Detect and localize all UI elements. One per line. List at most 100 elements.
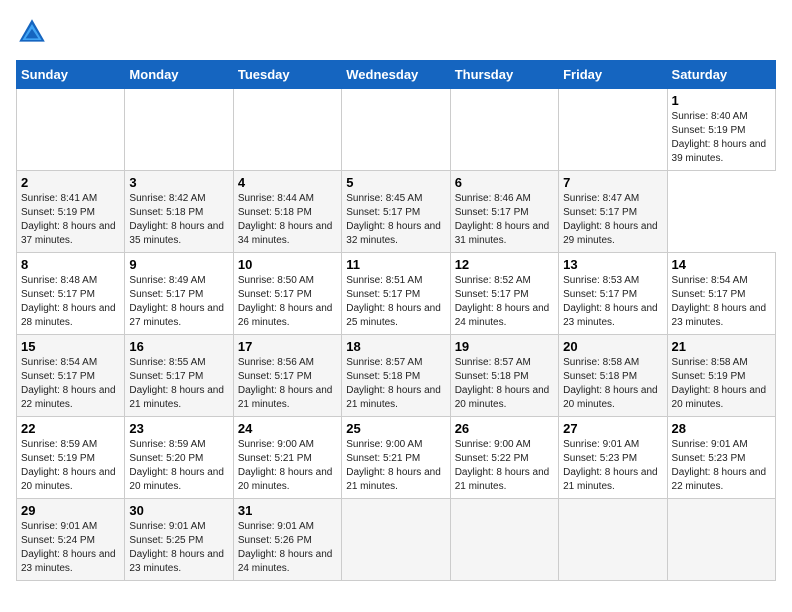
day-number: 27 bbox=[563, 421, 662, 436]
cell-info: Sunrise: 9:01 AMSunset: 5:23 PMDaylight:… bbox=[672, 439, 767, 492]
calendar-day-cell: 28Sunrise: 9:01 AMSunset: 5:23 PMDayligh… bbox=[667, 417, 775, 499]
calendar-day-cell: 25 Sunrise: 9:00 AMSunset: 5:21 PMDayligh… bbox=[342, 417, 450, 499]
day-number: 21 bbox=[672, 339, 771, 354]
cell-info: Sunrise: 8:54 AMSunset: 5:17 PMDaylight:… bbox=[21, 357, 116, 410]
cell-info: Sunrise: 8:48 AMSunset: 5:17 PMDaylight:… bbox=[21, 275, 116, 328]
cell-info: Sunrise: 8:47 AMSunset: 5:17 PMDaylight:… bbox=[563, 193, 658, 246]
logo-icon bbox=[16, 16, 48, 48]
day-number: 29 bbox=[21, 503, 120, 518]
cell-info: Sunrise: 8:57 AMSunset: 5:18 PMDaylight:… bbox=[455, 357, 550, 410]
day-number: 30 bbox=[129, 503, 228, 518]
calendar-day-cell bbox=[450, 499, 558, 581]
weekday-header-sunday: Sunday bbox=[17, 61, 125, 89]
calendar-day-cell: 16 Sunrise: 8:55 AMSunset: 5:17 PMDayligh… bbox=[125, 335, 233, 417]
weekday-header-monday: Monday bbox=[125, 61, 233, 89]
day-number: 14 bbox=[672, 257, 771, 272]
cell-info: Sunrise: 8:42 AMSunset: 5:18 PMDaylight:… bbox=[129, 193, 224, 246]
day-number: 1 bbox=[672, 93, 771, 108]
calendar-day-cell: 23 Sunrise: 8:59 AMSunset: 5:20 PMDayligh… bbox=[125, 417, 233, 499]
cell-info: Sunrise: 8:45 AMSunset: 5:17 PMDaylight:… bbox=[346, 193, 441, 246]
cell-info: Sunrise: 8:58 AMSunset: 5:19 PMDaylight:… bbox=[672, 357, 767, 410]
calendar-day-cell: 18 Sunrise: 8:57 AMSunset: 5:18 PMDayligh… bbox=[342, 335, 450, 417]
cell-info: Sunrise: 8:41 AMSunset: 5:19 PMDaylight:… bbox=[21, 193, 116, 246]
cell-info: Sunrise: 8:50 AMSunset: 5:17 PMDaylight:… bbox=[238, 275, 333, 328]
cell-info: Sunrise: 9:01 AMSunset: 5:23 PMDaylight:… bbox=[563, 439, 658, 492]
weekday-header-tuesday: Tuesday bbox=[233, 61, 341, 89]
calendar-week-row: 1 Sunrise: 8:40 AMSunset: 5:19 PMDaylight… bbox=[17, 89, 776, 171]
day-number: 9 bbox=[129, 257, 228, 272]
calendar-week-row: 2 Sunrise: 8:41 AMSunset: 5:19 PMDaylight… bbox=[17, 171, 776, 253]
calendar-day-cell: 8 Sunrise: 8:48 AMSunset: 5:17 PMDaylight… bbox=[17, 253, 125, 335]
cell-info: Sunrise: 8:58 AMSunset: 5:18 PMDaylight:… bbox=[563, 357, 658, 410]
calendar-day-cell: 15 Sunrise: 8:54 AMSunset: 5:17 PMDayligh… bbox=[17, 335, 125, 417]
day-number: 24 bbox=[238, 421, 337, 436]
day-number: 2 bbox=[21, 175, 120, 190]
calendar-day-cell bbox=[667, 499, 775, 581]
day-number: 31 bbox=[238, 503, 337, 518]
cell-info: Sunrise: 8:56 AMSunset: 5:17 PMDaylight:… bbox=[238, 357, 333, 410]
day-number: 25 bbox=[346, 421, 445, 436]
calendar-day-cell: 26Sunrise: 9:00 AMSunset: 5:22 PMDayligh… bbox=[450, 417, 558, 499]
calendar-day-cell: 30Sunrise: 9:01 AMSunset: 5:25 PMDayligh… bbox=[125, 499, 233, 581]
calendar-day-cell: 2 Sunrise: 8:41 AMSunset: 5:19 PMDaylight… bbox=[17, 171, 125, 253]
cell-info: Sunrise: 8:51 AMSunset: 5:17 PMDaylight:… bbox=[346, 275, 441, 328]
calendar-day-cell: 13Sunrise: 8:53 AMSunset: 5:17 PMDayligh… bbox=[559, 253, 667, 335]
day-number: 3 bbox=[129, 175, 228, 190]
cell-info: Sunrise: 8:54 AMSunset: 5:17 PMDaylight:… bbox=[672, 275, 767, 328]
calendar-week-row: 8 Sunrise: 8:48 AMSunset: 5:17 PMDaylight… bbox=[17, 253, 776, 335]
empty-cell bbox=[233, 89, 341, 171]
empty-cell bbox=[559, 89, 667, 171]
calendar-week-row: 22Sunrise: 8:59 AMSunset: 5:19 PMDayligh… bbox=[17, 417, 776, 499]
calendar-table: SundayMondayTuesdayWednesdayThursdayFrid… bbox=[16, 60, 776, 581]
day-number: 4 bbox=[238, 175, 337, 190]
cell-info: Sunrise: 9:01 AMSunset: 5:24 PMDaylight:… bbox=[21, 521, 116, 574]
calendar-day-cell: 29 Sunrise: 9:01 AMSunset: 5:24 PMDayligh… bbox=[17, 499, 125, 581]
day-number: 8 bbox=[21, 257, 120, 272]
cell-info: Sunrise: 8:46 AMSunset: 5:17 PMDaylight:… bbox=[455, 193, 550, 246]
empty-cell bbox=[125, 89, 233, 171]
calendar-day-cell: 7 Sunrise: 8:47 AMSunset: 5:17 PMDaylight… bbox=[559, 171, 667, 253]
weekday-header-thursday: Thursday bbox=[450, 61, 558, 89]
calendar-day-cell: 21 Sunrise: 8:58 AMSunset: 5:19 PMDayligh… bbox=[667, 335, 775, 417]
cell-info: Sunrise: 9:00 AMSunset: 5:22 PMDaylight:… bbox=[455, 439, 550, 492]
cell-info: Sunrise: 8:52 AMSunset: 5:17 PMDaylight:… bbox=[455, 275, 550, 328]
cell-info: Sunrise: 8:59 AMSunset: 5:20 PMDaylight:… bbox=[129, 439, 224, 492]
day-number: 13 bbox=[563, 257, 662, 272]
calendar-day-cell: 11 Sunrise: 8:51 AMSunset: 5:17 PMDayligh… bbox=[342, 253, 450, 335]
cell-info: Sunrise: 9:00 AMSunset: 5:21 PMDaylight:… bbox=[238, 439, 333, 492]
cell-info: Sunrise: 9:01 AMSunset: 5:26 PMDaylight:… bbox=[238, 521, 333, 574]
calendar-day-cell: 24 Sunrise: 9:00 AMSunset: 5:21 PMDayligh… bbox=[233, 417, 341, 499]
empty-cell bbox=[17, 89, 125, 171]
weekday-header-wednesday: Wednesday bbox=[342, 61, 450, 89]
calendar-day-cell: 20 Sunrise: 8:58 AMSunset: 5:18 PMDayligh… bbox=[559, 335, 667, 417]
day-number: 20 bbox=[563, 339, 662, 354]
cell-info: Sunrise: 8:44 AMSunset: 5:18 PMDaylight:… bbox=[238, 193, 333, 246]
day-number: 12 bbox=[455, 257, 554, 272]
cell-info: Sunrise: 8:49 AMSunset: 5:17 PMDaylight:… bbox=[129, 275, 224, 328]
cell-info: Sunrise: 9:00 AMSunset: 5:21 PMDaylight:… bbox=[346, 439, 441, 492]
cell-info: Sunrise: 8:55 AMSunset: 5:17 PMDaylight:… bbox=[129, 357, 224, 410]
calendar-week-row: 29 Sunrise: 9:01 AMSunset: 5:24 PMDayligh… bbox=[17, 499, 776, 581]
empty-cell bbox=[450, 89, 558, 171]
day-number: 18 bbox=[346, 339, 445, 354]
cell-info: Sunrise: 8:59 AMSunset: 5:19 PMDaylight:… bbox=[21, 439, 116, 492]
header bbox=[16, 16, 776, 48]
day-number: 23 bbox=[129, 421, 228, 436]
day-number: 16 bbox=[129, 339, 228, 354]
weekday-header-row: SundayMondayTuesdayWednesdayThursdayFrid… bbox=[17, 61, 776, 89]
calendar-day-cell: 27 Sunrise: 9:01 AMSunset: 5:23 PMDayligh… bbox=[559, 417, 667, 499]
weekday-header-friday: Friday bbox=[559, 61, 667, 89]
calendar-day-cell bbox=[559, 499, 667, 581]
cell-info: Sunrise: 8:57 AMSunset: 5:18 PMDaylight:… bbox=[346, 357, 441, 410]
day-number: 10 bbox=[238, 257, 337, 272]
day-number: 11 bbox=[346, 257, 445, 272]
calendar-day-cell: 3 Sunrise: 8:42 AMSunset: 5:18 PMDaylight… bbox=[125, 171, 233, 253]
day-number: 15 bbox=[21, 339, 120, 354]
sunrise-text: Sunrise: 8:40 AMSunset: 5:19 PMDaylight:… bbox=[672, 111, 767, 164]
day-number: 7 bbox=[563, 175, 662, 190]
weekday-header-saturday: Saturday bbox=[667, 61, 775, 89]
day-number: 5 bbox=[346, 175, 445, 190]
empty-cell bbox=[342, 89, 450, 171]
calendar-day-cell: 14 Sunrise: 8:54 AMSunset: 5:17 PMDayligh… bbox=[667, 253, 775, 335]
calendar-day-cell: 9 Sunrise: 8:49 AMSunset: 5:17 PMDaylight… bbox=[125, 253, 233, 335]
